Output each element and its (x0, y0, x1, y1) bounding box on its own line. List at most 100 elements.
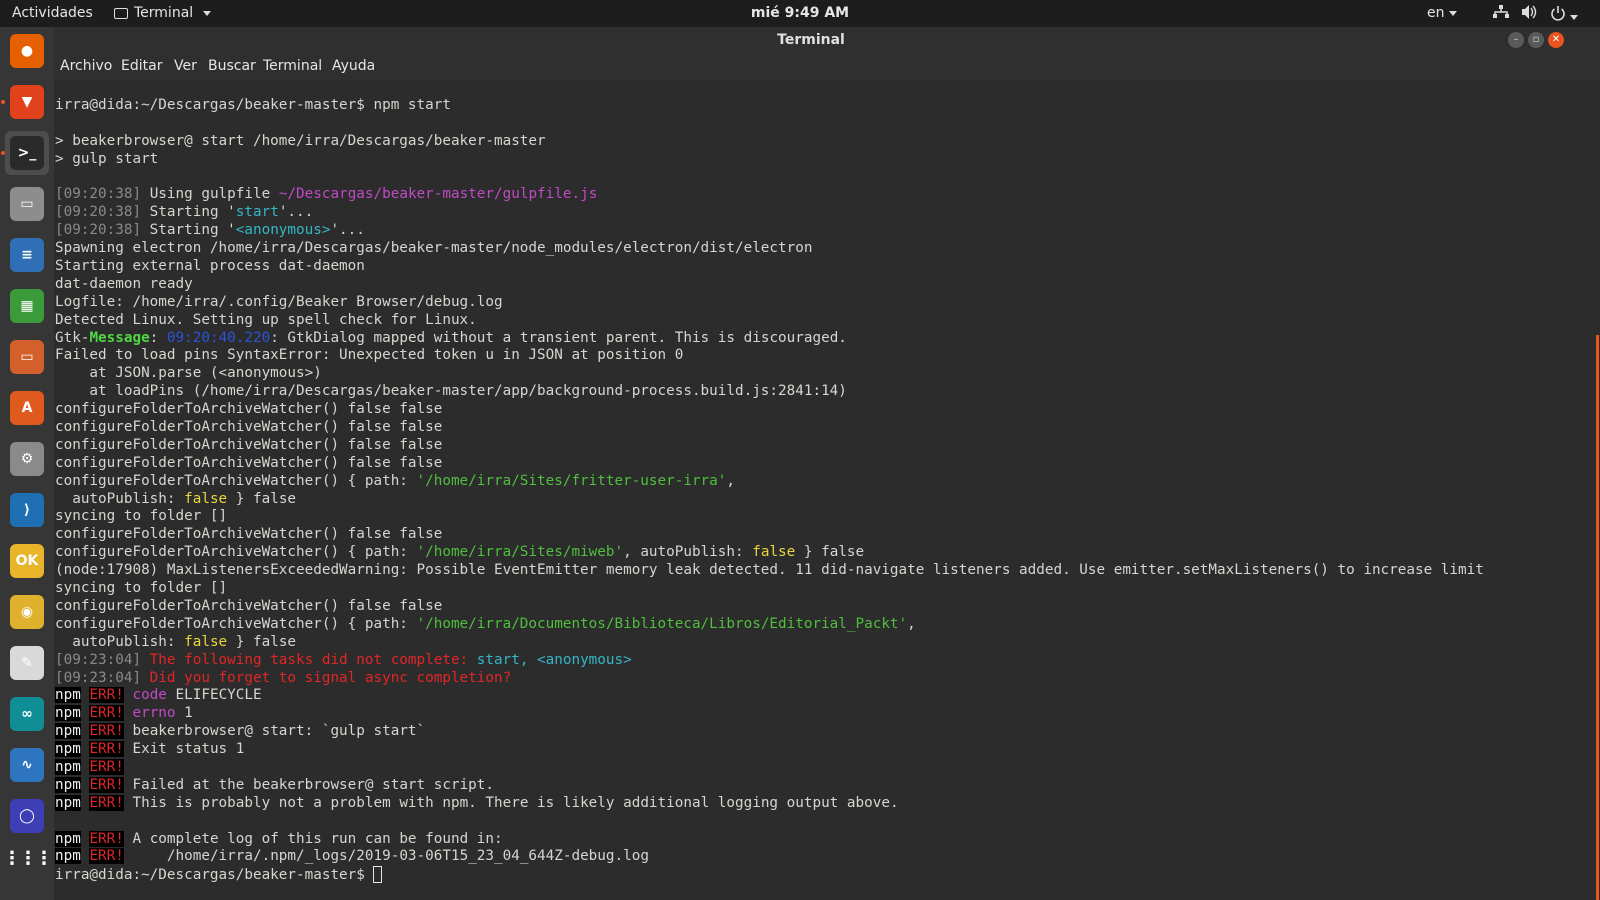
dock-arduino[interactable]: ∞ (5, 692, 49, 736)
terminal-line: > gulp start (55, 150, 159, 167)
dock-writer[interactable]: ≡ (5, 233, 49, 277)
dock-monitor[interactable]: ∿ (5, 743, 49, 787)
dock-terminal[interactable]: >_ (5, 131, 49, 175)
impress-icon: ▭ (10, 340, 44, 374)
terminal-line: configureFolderToArchiveWatcher() false … (55, 436, 443, 453)
terminal-icon: >_ (10, 136, 44, 170)
dock-vscode[interactable]: ⟩ (5, 488, 49, 532)
writer-icon: ≡ (10, 238, 44, 272)
terminal-line: (node:17908) MaxListenersExceededWarning… (55, 562, 1484, 579)
terminal-line: configureFolderToArchiveWatcher() false … (55, 454, 443, 471)
terminal-window: Terminal – ▫ ✕ Archivo Editar Ver Buscar… (54, 27, 1600, 900)
terminal-line: configureFolderToArchiveWatcher() { path… (55, 615, 916, 632)
clock[interactable]: mié 9:49 AM (0, 5, 1600, 21)
terminal-line: npm ERR! (55, 758, 124, 775)
terminal-line: syncing to folder [] (55, 508, 228, 525)
dock-chrome[interactable]: ◉ (5, 590, 49, 634)
menu-bar: Archivo Editar Ver Buscar Terminal Ayuda (54, 53, 1600, 80)
terminal-line: npm ERR! Exit status 1 (55, 741, 245, 758)
terminal-line: at JSON.parse (<anonymous>) (55, 365, 322, 382)
terminal-line: Gtk-Message: 09:20:40.220: GtkDialog map… (55, 329, 847, 346)
terminal-line: configureFolderToArchiveWatcher() false … (55, 419, 443, 436)
terminal-line: configureFolderToArchiveWatcher() { path… (55, 472, 735, 489)
dock: ● ▼ >_ ▭ ≡ ▦ ▭ A ⚙ ⟩ OK ◉ ✎ ∞ ∿ ◯ ⋮⋮⋮ (0, 27, 54, 900)
language-label: en (1427, 5, 1445, 21)
dock-software[interactable]: A (5, 386, 49, 430)
text-cursor (373, 866, 383, 884)
terminal-line: dat-daemon ready (55, 275, 193, 292)
window-title: Terminal (777, 32, 845, 48)
software-icon: A (10, 391, 44, 425)
title-bar[interactable]: Terminal – ▫ ✕ (54, 27, 1600, 53)
circle-app-icon: ◯ (10, 799, 44, 833)
terminal-line: Detected Linux. Setting up spell check f… (55, 311, 477, 328)
terminal-line: configureFolderToArchiveWatcher() false … (55, 597, 443, 614)
chevron-down-icon (1570, 14, 1578, 20)
volume-icon[interactable] (1522, 5, 1538, 23)
ok-icon: OK (10, 544, 44, 578)
brave-icon: ▼ (10, 85, 44, 119)
scrollbar[interactable] (1596, 335, 1599, 900)
terminal-line: npm ERR! /home/irra/.npm/_logs/2019-03-0… (55, 848, 649, 865)
terminal-line: [09:23:04] Did you forget to signal asyn… (55, 669, 512, 686)
terminal-line: Spawning electron /home/irra/Descargas/b… (55, 240, 813, 257)
menu-buscar[interactable]: Buscar (208, 58, 256, 74)
menu-ayuda[interactable]: Ayuda (332, 58, 375, 74)
terminal-line: npm ERR! A complete log of this run can … (55, 830, 503, 847)
menu-archivo[interactable]: Archivo (60, 58, 112, 74)
terminal-line: [09:23:04] The following tasks did not c… (55, 651, 632, 668)
dock-firefox[interactable]: ● (5, 29, 49, 73)
terminal-line: autoPublish: false } false (55, 490, 297, 507)
terminal-line: Logfile: /home/irra/.config/Beaker Brows… (55, 293, 503, 310)
calc-icon: ▦ (10, 289, 44, 323)
terminal-line: [09:20:38] Using gulpfile ~/Descargas/be… (55, 186, 598, 203)
terminal-output[interactable]: irra@dida:~/Descargas/beaker-master$ npm… (54, 80, 1600, 900)
firefox-icon: ● (10, 34, 44, 68)
chrome-icon: ◉ (10, 595, 44, 629)
close-button[interactable]: ✕ (1548, 32, 1564, 48)
terminal-line: Starting external process dat-daemon (55, 258, 365, 275)
dock-ok[interactable]: OK (5, 539, 49, 583)
terminal-line: Failed to load pins SyntaxError: Unexpec… (55, 347, 684, 364)
terminal-line: [09:20:38] Starting '<anonymous>'... (55, 222, 365, 239)
terminal-line: configureFolderToArchiveWatcher() { path… (55, 544, 865, 561)
dock-brave[interactable]: ▼ (5, 80, 49, 124)
monitor-icon: ∿ (10, 748, 44, 782)
files-icon: ▭ (10, 187, 44, 221)
terminal-line: configureFolderToArchiveWatcher() false … (55, 401, 443, 418)
apps-grid-icon: ⋮⋮⋮ (3, 847, 53, 869)
terminal-line: npm ERR! This is probably not a problem … (55, 794, 899, 811)
running-indicator (1, 151, 5, 155)
top-bar: Actividades Terminal mié 9:49 AM en (0, 0, 1600, 27)
dock-files[interactable]: ▭ (5, 182, 49, 226)
terminal-line: irra@dida:~/Descargas/beaker-master$ npm… (55, 97, 451, 113)
terminal-line: syncing to folder [] (55, 580, 228, 597)
dock-editor[interactable]: ✎ (5, 641, 49, 685)
menu-editar[interactable]: Editar (121, 58, 162, 74)
terminal-line: [09:20:38] Starting 'start'... (55, 204, 314, 221)
dock-calc[interactable]: ▦ (5, 284, 49, 328)
maximize-button[interactable]: ▫ (1528, 32, 1544, 48)
menu-ver[interactable]: Ver (174, 58, 197, 74)
dock-apps-grid[interactable]: ⋮⋮⋮ (3, 836, 53, 880)
dock-settings[interactable]: ⚙ (5, 437, 49, 481)
terminal-prompt: irra@dida:~/Descargas/beaker-master$ (55, 866, 1484, 884)
editor-icon: ✎ (10, 646, 44, 680)
chevron-down-icon (1448, 10, 1457, 16)
arduino-icon: ∞ (10, 697, 44, 731)
running-indicator (1, 100, 5, 104)
dock-circle-app[interactable]: ◯ (5, 794, 49, 838)
network-icon[interactable] (1493, 5, 1509, 23)
minimize-button[interactable]: – (1508, 32, 1524, 48)
power-menu[interactable] (1550, 5, 1578, 25)
terminal-line: at loadPins (/home/irra/Descargas/beaker… (55, 383, 847, 400)
terminal-line: npm ERR! errno 1 (55, 705, 193, 722)
language-menu[interactable]: en (1427, 5, 1457, 21)
terminal-line: autoPublish: false } false (55, 633, 297, 650)
terminal-line: > beakerbrowser@ start /home/irra/Descar… (55, 132, 546, 149)
terminal-line: configureFolderToArchiveWatcher() false … (55, 526, 443, 543)
menu-terminal[interactable]: Terminal (263, 58, 322, 74)
dock-impress[interactable]: ▭ (5, 335, 49, 379)
